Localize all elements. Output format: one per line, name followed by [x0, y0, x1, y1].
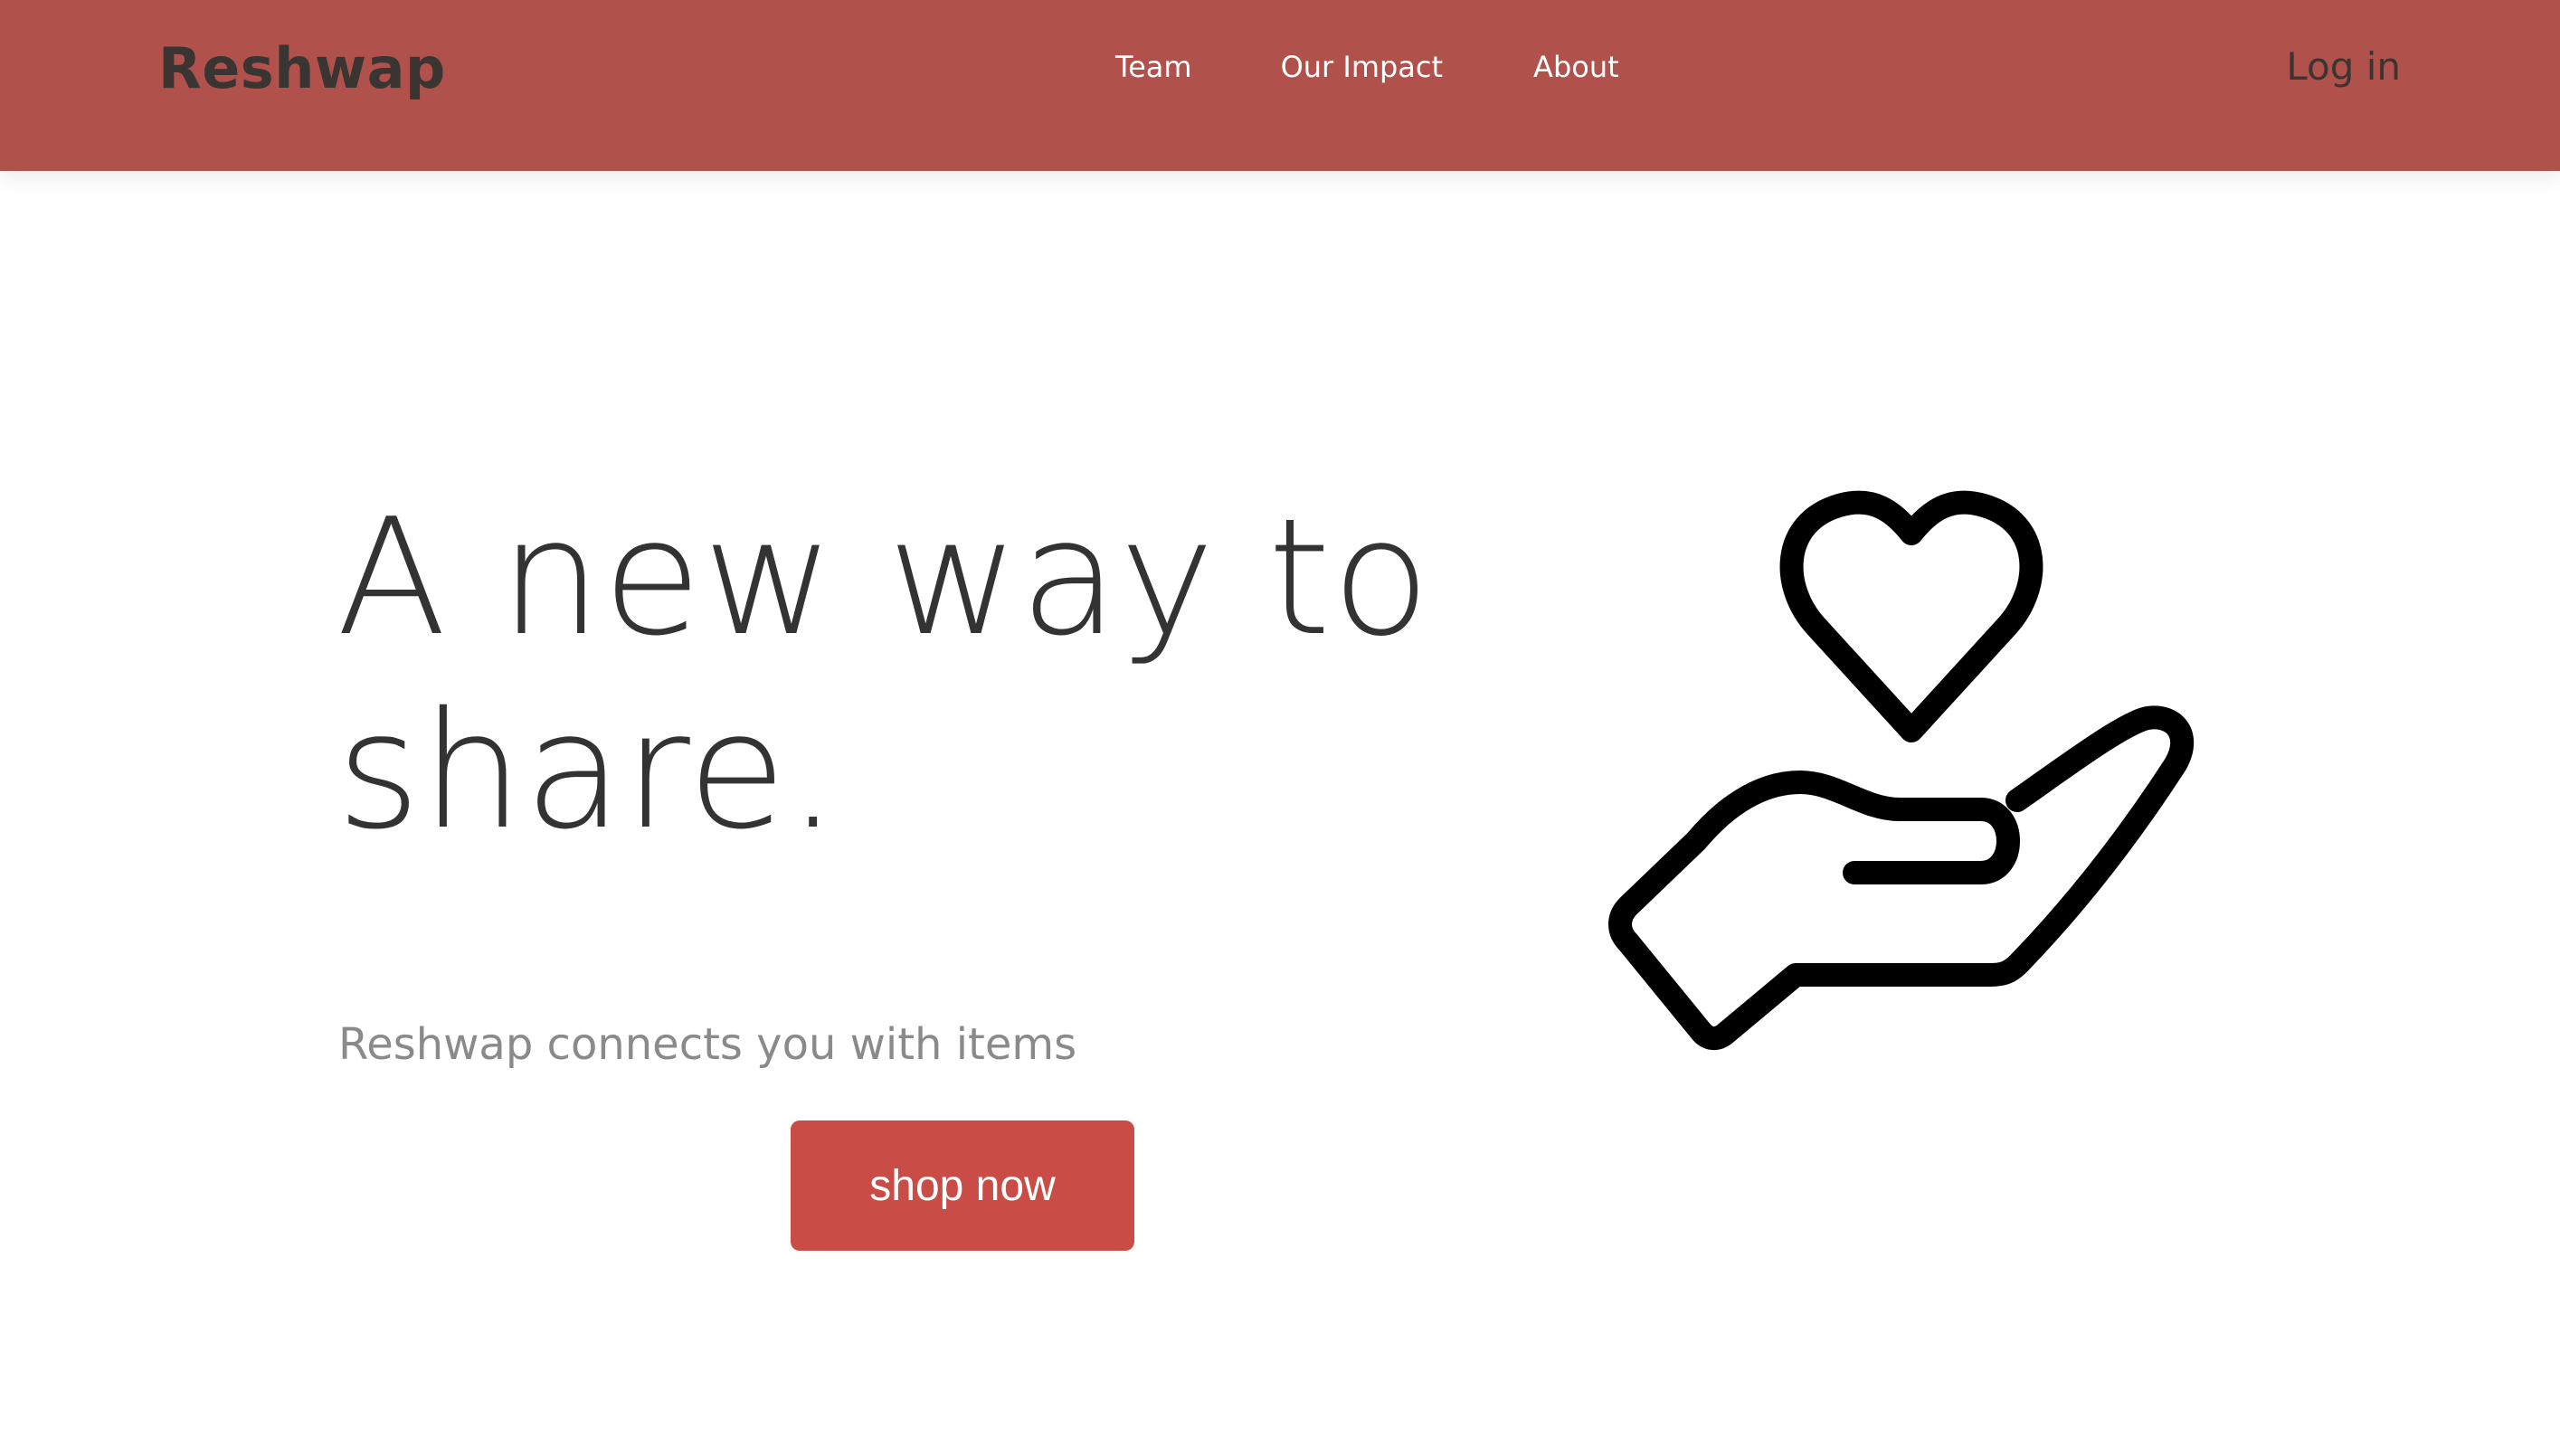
- hero-title: A new way to share.: [337, 481, 1512, 868]
- heart-in-hand-icon: [1608, 490, 2195, 1051]
- login-link[interactable]: Log in: [2286, 42, 2401, 92]
- nav-link-about[interactable]: About: [1533, 47, 1619, 87]
- heart-shape: [1779, 490, 2043, 742]
- nav-link-team[interactable]: Team: [1115, 47, 1192, 87]
- shop-now-button[interactable]: shop now: [791, 1120, 1134, 1251]
- brand-logo[interactable]: Reshwap: [158, 36, 446, 101]
- nav-links: Team Our Impact About: [1115, 47, 1619, 87]
- hero-title-line-2: share.: [337, 677, 839, 865]
- top-navbar: Reshwap Team Our Impact About Log in: [0, 0, 2560, 171]
- hero-subtitle: Reshwap connects you with items: [338, 1019, 1077, 1070]
- hero-title-line-1: A new way to: [337, 484, 1432, 671]
- hand-shape: [1608, 705, 2195, 1051]
- nav-link-our-impact[interactable]: Our Impact: [1281, 47, 1443, 87]
